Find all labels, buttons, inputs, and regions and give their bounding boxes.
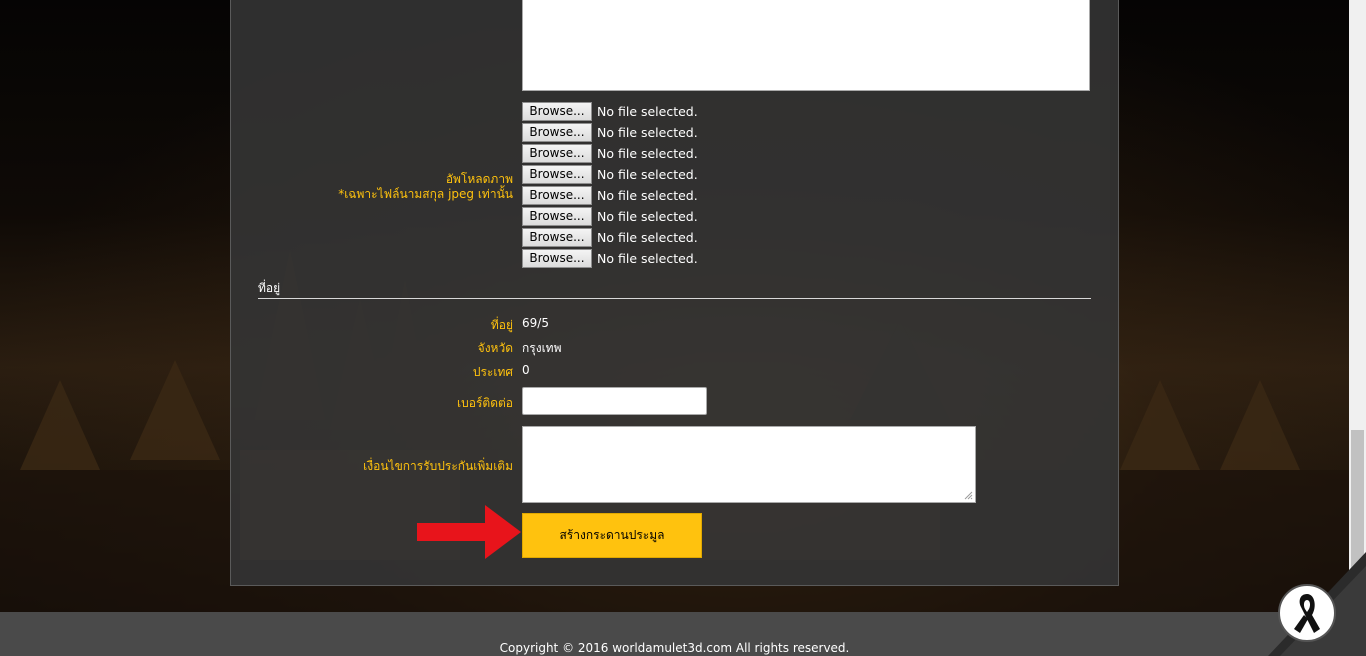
file-upload-row: Browse... No file selected. <box>522 228 698 247</box>
file-status: No file selected. <box>597 230 698 245</box>
browse-button[interactable]: Browse... <box>522 186 592 205</box>
province-value: กรุงเทพ <box>522 341 562 355</box>
province-label: จังหวัด <box>477 341 513 355</box>
browse-button[interactable]: Browse... <box>522 144 592 163</box>
browse-button[interactable]: Browse... <box>522 249 592 268</box>
red-arrow-icon <box>417 505 521 559</box>
resize-grip-icon[interactable] <box>964 491 973 500</box>
country-value: 0 <box>522 363 530 377</box>
phone-label: เบอร์ติดต่อ <box>457 396 513 410</box>
file-status: No file selected. <box>597 125 698 140</box>
file-upload-row: Browse... No file selected. <box>522 249 698 268</box>
browse-button[interactable]: Browse... <box>522 207 592 226</box>
file-upload-row: Browse... No file selected. <box>522 165 698 184</box>
address-section-title: ที่อยู่ <box>258 281 281 295</box>
file-status: No file selected. <box>597 251 698 266</box>
browse-button[interactable]: Browse... <box>522 228 592 247</box>
country-label: ประเทศ <box>472 365 513 379</box>
browse-button[interactable]: Browse... <box>522 165 592 184</box>
description-textarea[interactable] <box>522 0 1090 91</box>
file-status: No file selected. <box>597 146 698 161</box>
copyright-text: Copyright © 2016 worldamulet3d.com All r… <box>499 641 850 655</box>
browse-button[interactable]: Browse... <box>522 123 592 142</box>
file-upload-row: Browse... No file selected. <box>522 102 698 121</box>
file-upload-row: Browse... No file selected. <box>522 123 698 142</box>
file-status: No file selected. <box>597 104 698 119</box>
file-upload-row: Browse... No file selected. <box>522 207 698 226</box>
section-divider <box>258 298 1091 299</box>
file-status: No file selected. <box>597 167 698 182</box>
file-status: No file selected. <box>597 209 698 224</box>
black-ribbon-icon[interactable] <box>1278 584 1336 642</box>
address-label: ที่อยู่ <box>490 318 513 332</box>
create-auction-button[interactable]: สร้างกระดานประมูล <box>522 513 702 558</box>
browse-button[interactable]: Browse... <box>522 102 592 121</box>
upload-note: *เฉพาะไฟล์นามสกุล jpeg เท่านั้น <box>338 187 513 201</box>
file-status: No file selected. <box>597 188 698 203</box>
file-upload-row: Browse... No file selected. <box>522 186 698 205</box>
conditions-label: เงื่อนไขการรับประกันเพิ่มเติม <box>363 459 513 473</box>
address-value: 69/5 <box>522 316 549 330</box>
conditions-textarea[interactable] <box>522 426 976 503</box>
file-upload-row: Browse... No file selected. <box>522 144 698 163</box>
phone-input[interactable] <box>522 387 707 415</box>
